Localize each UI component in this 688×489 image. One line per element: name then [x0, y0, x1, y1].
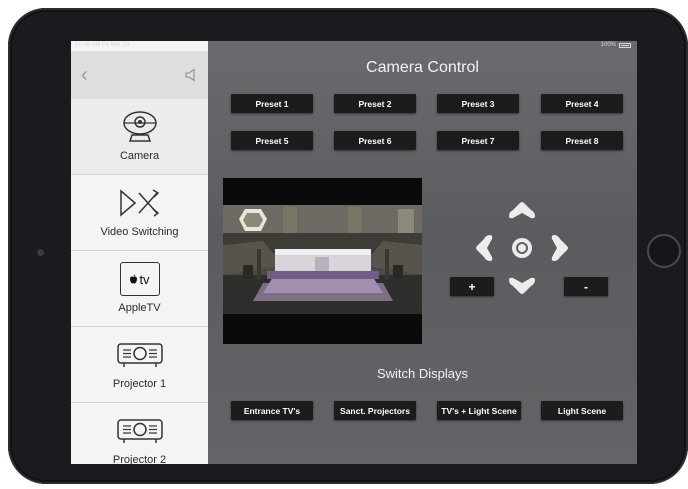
front-camera	[37, 249, 44, 256]
home-button[interactable]	[647, 234, 681, 268]
appletv-icon: tv	[71, 259, 208, 299]
battery-percent: 100%	[600, 42, 616, 48]
projector-icon	[71, 411, 208, 451]
status-bar: 10:48 AM Fri Mar 29 100%	[71, 41, 637, 51]
sidebar-item-label: Projector 1	[112, 378, 167, 390]
tvs-light-scene-button[interactable]: TV's + Light Scene	[437, 401, 521, 420]
camera-icon	[71, 107, 208, 147]
preset-1-button[interactable]: Preset 1	[231, 94, 313, 113]
sidebar: ‹ Camera Video Switching tv AppleTV Proj…	[71, 41, 208, 464]
sanct-projectors-button[interactable]: Sanct. Projectors	[334, 401, 416, 420]
video-switching-icon	[71, 183, 208, 223]
entrance-tvs-button[interactable]: Entrance TV's	[231, 401, 313, 420]
camera-feed-image	[223, 205, 422, 314]
preset-4-button[interactable]: Preset 4	[541, 94, 623, 113]
zoom-in-button[interactable]: +	[450, 277, 494, 296]
screen: ‹ Camera Video Switching tv AppleTV Proj…	[71, 41, 637, 464]
battery-icon	[619, 42, 631, 48]
home-position-button[interactable]	[510, 236, 534, 260]
speaker-icon[interactable]	[184, 68, 198, 82]
pan-right-button[interactable]	[550, 233, 570, 263]
switch-displays-title: Switch Displays	[376, 366, 469, 381]
main-panel: Camera Control Preset 1 Preset 2 Preset …	[208, 41, 637, 464]
page-title: Camera Control	[366, 59, 479, 76]
sidebar-header: ‹	[71, 51, 208, 99]
zoom-out-button[interactable]: -	[564, 277, 608, 296]
light-scene-button[interactable]: Light Scene	[541, 401, 623, 420]
sidebar-item-label: Camera	[119, 150, 160, 162]
preset-3-button[interactable]: Preset 3	[437, 94, 519, 113]
sidebar-item-label: Projector 2	[112, 454, 167, 464]
projector-icon	[71, 335, 208, 375]
sidebar-item-camera[interactable]: Camera	[71, 99, 208, 175]
apple-logo-icon	[130, 274, 138, 284]
camera-video-feed	[223, 178, 422, 344]
preset-6-button[interactable]: Preset 6	[334, 131, 416, 150]
sidebar-item-projector-2[interactable]: Projector 2	[71, 403, 208, 464]
sidebar-item-video-switching[interactable]: Video Switching	[71, 175, 208, 251]
sidebar-item-appletv[interactable]: tv AppleTV	[71, 251, 208, 327]
chevron-left-icon[interactable]: ‹	[81, 65, 88, 85]
pan-left-button[interactable]	[474, 233, 494, 263]
tilt-down-button[interactable]	[507, 276, 537, 296]
preset-5-button[interactable]: Preset 5	[231, 131, 313, 150]
sidebar-item-label: AppleTV	[118, 302, 161, 314]
preset-2-button[interactable]: Preset 2	[334, 94, 416, 113]
battery-indicator: 100%	[601, 42, 631, 48]
preset-8-button[interactable]: Preset 8	[541, 131, 623, 150]
sidebar-item-label: Video Switching	[100, 226, 179, 238]
sidebar-item-projector-1[interactable]: Projector 1	[71, 327, 208, 403]
status-time: 10:48 AM Fri Mar 29	[75, 42, 130, 48]
tilt-up-button[interactable]	[507, 200, 537, 220]
preset-7-button[interactable]: Preset 7	[437, 131, 519, 150]
